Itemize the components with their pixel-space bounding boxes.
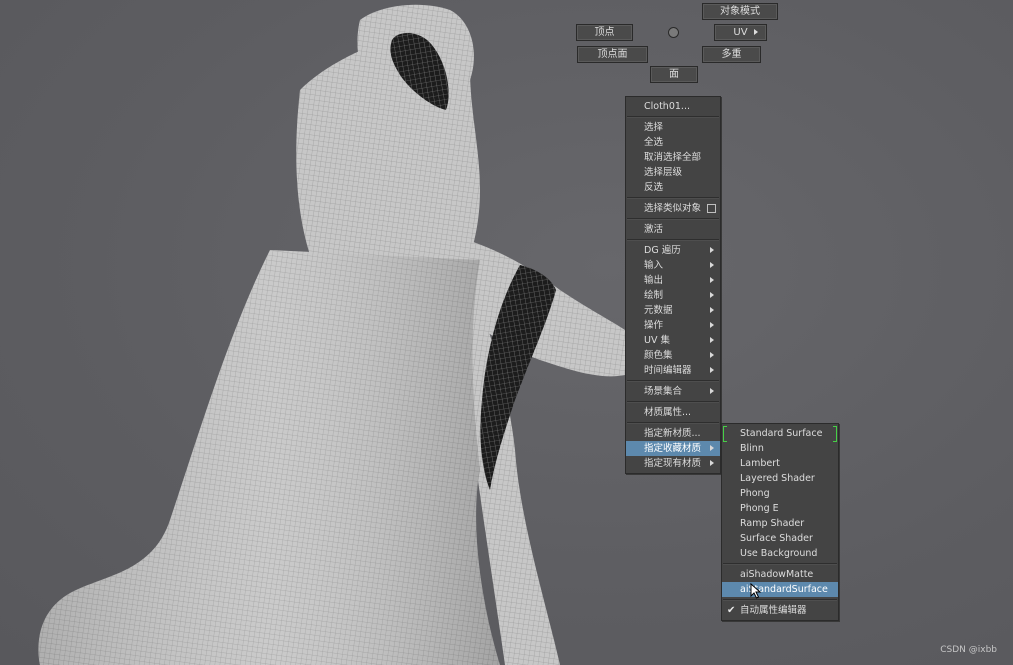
context-menu: Cloth01... 选择 全选 取消选择全部 选择层级 反选 选择类似对象 激… — [625, 96, 721, 474]
marking-menu-center — [668, 27, 679, 38]
menu-separator — [627, 422, 719, 424]
submenu-item-ramp-shader[interactable]: Ramp Shader — [722, 516, 838, 531]
menu-separator — [627, 401, 719, 403]
submenu-item-standard-surface[interactable]: Standard Surface — [722, 426, 838, 442]
vertex-face-button[interactable]: 顶点面 — [577, 46, 648, 63]
menu-separator — [627, 218, 719, 220]
favorite-material-submenu: Standard Surface Blinn Lambert Layered S… — [721, 423, 839, 621]
menu-header-cloth[interactable]: Cloth01... — [626, 99, 720, 114]
uv-label: UV — [733, 27, 748, 38]
menu-item-outputs[interactable]: 输出 — [626, 273, 720, 288]
uv-button[interactable]: UV — [714, 24, 767, 41]
submenu-item-lambert[interactable]: Lambert — [722, 456, 838, 471]
menu-item-paint[interactable]: 绘制 — [626, 288, 720, 303]
menu-item-assign-existing-material[interactable]: 指定现有材质 — [626, 456, 720, 471]
submenu-item-surface-shader[interactable]: Surface Shader — [722, 531, 838, 546]
menu-item-time-editor[interactable]: 时间编辑器 — [626, 363, 720, 378]
watermark: CSDN @ixbb — [940, 645, 997, 655]
menu-separator — [627, 239, 719, 241]
standard-surface-label: Standard Surface — [740, 428, 823, 439]
submenu-item-ai-standard-surface[interactable]: aiStandardSurface — [722, 582, 838, 597]
menu-item-color-sets[interactable]: 颜色集 — [626, 348, 720, 363]
menu-item-scene-assembly[interactable]: 场景集合 — [626, 384, 720, 399]
menu-item-material-attributes[interactable]: 材质属性... — [626, 405, 720, 420]
menu-item-metadata[interactable]: 元数据 — [626, 303, 720, 318]
menu-separator — [627, 197, 719, 199]
submenu-item-blinn[interactable]: Blinn — [722, 441, 838, 456]
multi-button[interactable]: 多重 — [702, 46, 761, 63]
menu-item-dg-traversal[interactable]: DG 遍历 — [626, 243, 720, 258]
submenu-item-auto-attribute-editor[interactable]: ✔ 自动属性编辑器 — [722, 603, 838, 618]
submenu-item-ai-shadow-matte[interactable]: aiShadowMatte — [722, 567, 838, 582]
option-box-icon[interactable] — [707, 204, 716, 213]
vertex-button[interactable]: 顶点 — [576, 24, 633, 41]
menu-separator — [627, 380, 719, 382]
menu-separator — [723, 599, 837, 601]
mouse-cursor-icon — [750, 583, 762, 599]
submenu-arrow-icon — [754, 29, 758, 35]
submenu-item-use-background[interactable]: Use Background — [722, 546, 838, 561]
object-mode-button[interactable]: 对象模式 — [702, 3, 778, 20]
menu-item-select-all[interactable]: 全选 — [626, 135, 720, 150]
menu-item-select-hierarchy[interactable]: 选择层级 — [626, 165, 720, 180]
menu-item-invert[interactable]: 反选 — [626, 180, 720, 195]
menu-item-select[interactable]: 选择 — [626, 120, 720, 135]
menu-item-activate[interactable]: 激活 — [626, 222, 720, 237]
menu-item-deselect-all[interactable]: 取消选择全部 — [626, 150, 720, 165]
select-similar-label: 选择类似对象 — [644, 203, 702, 214]
menu-item-uv-sets[interactable]: UV 集 — [626, 333, 720, 348]
menu-item-inputs[interactable]: 输入 — [626, 258, 720, 273]
hotbox-bracket-left — [723, 426, 727, 442]
hotbox-bracket-right — [833, 426, 837, 442]
menu-item-assign-favorite-material[interactable]: 指定收藏材质 — [626, 441, 720, 456]
viewport[interactable]: 对象模式 顶点 UV 顶点面 多重 面 Cloth01... 选择 全选 取消选… — [0, 0, 1013, 665]
check-icon: ✔ — [727, 605, 736, 616]
submenu-item-phong[interactable]: Phong — [722, 486, 838, 501]
auto-attribute-editor-label: 自动属性编辑器 — [740, 605, 807, 616]
submenu-item-layered-shader[interactable]: Layered Shader — [722, 471, 838, 486]
menu-separator — [627, 116, 719, 118]
menu-separator — [723, 563, 837, 565]
menu-item-actions[interactable]: 操作 — [626, 318, 720, 333]
submenu-item-phong-e[interactable]: Phong E — [722, 501, 838, 516]
face-button[interactable]: 面 — [650, 66, 698, 83]
menu-item-select-similar[interactable]: 选择类似对象 — [626, 201, 720, 216]
menu-item-assign-new-material[interactable]: 指定新材质... — [626, 426, 720, 441]
cloth-mesh[interactable] — [0, 0, 1013, 665]
